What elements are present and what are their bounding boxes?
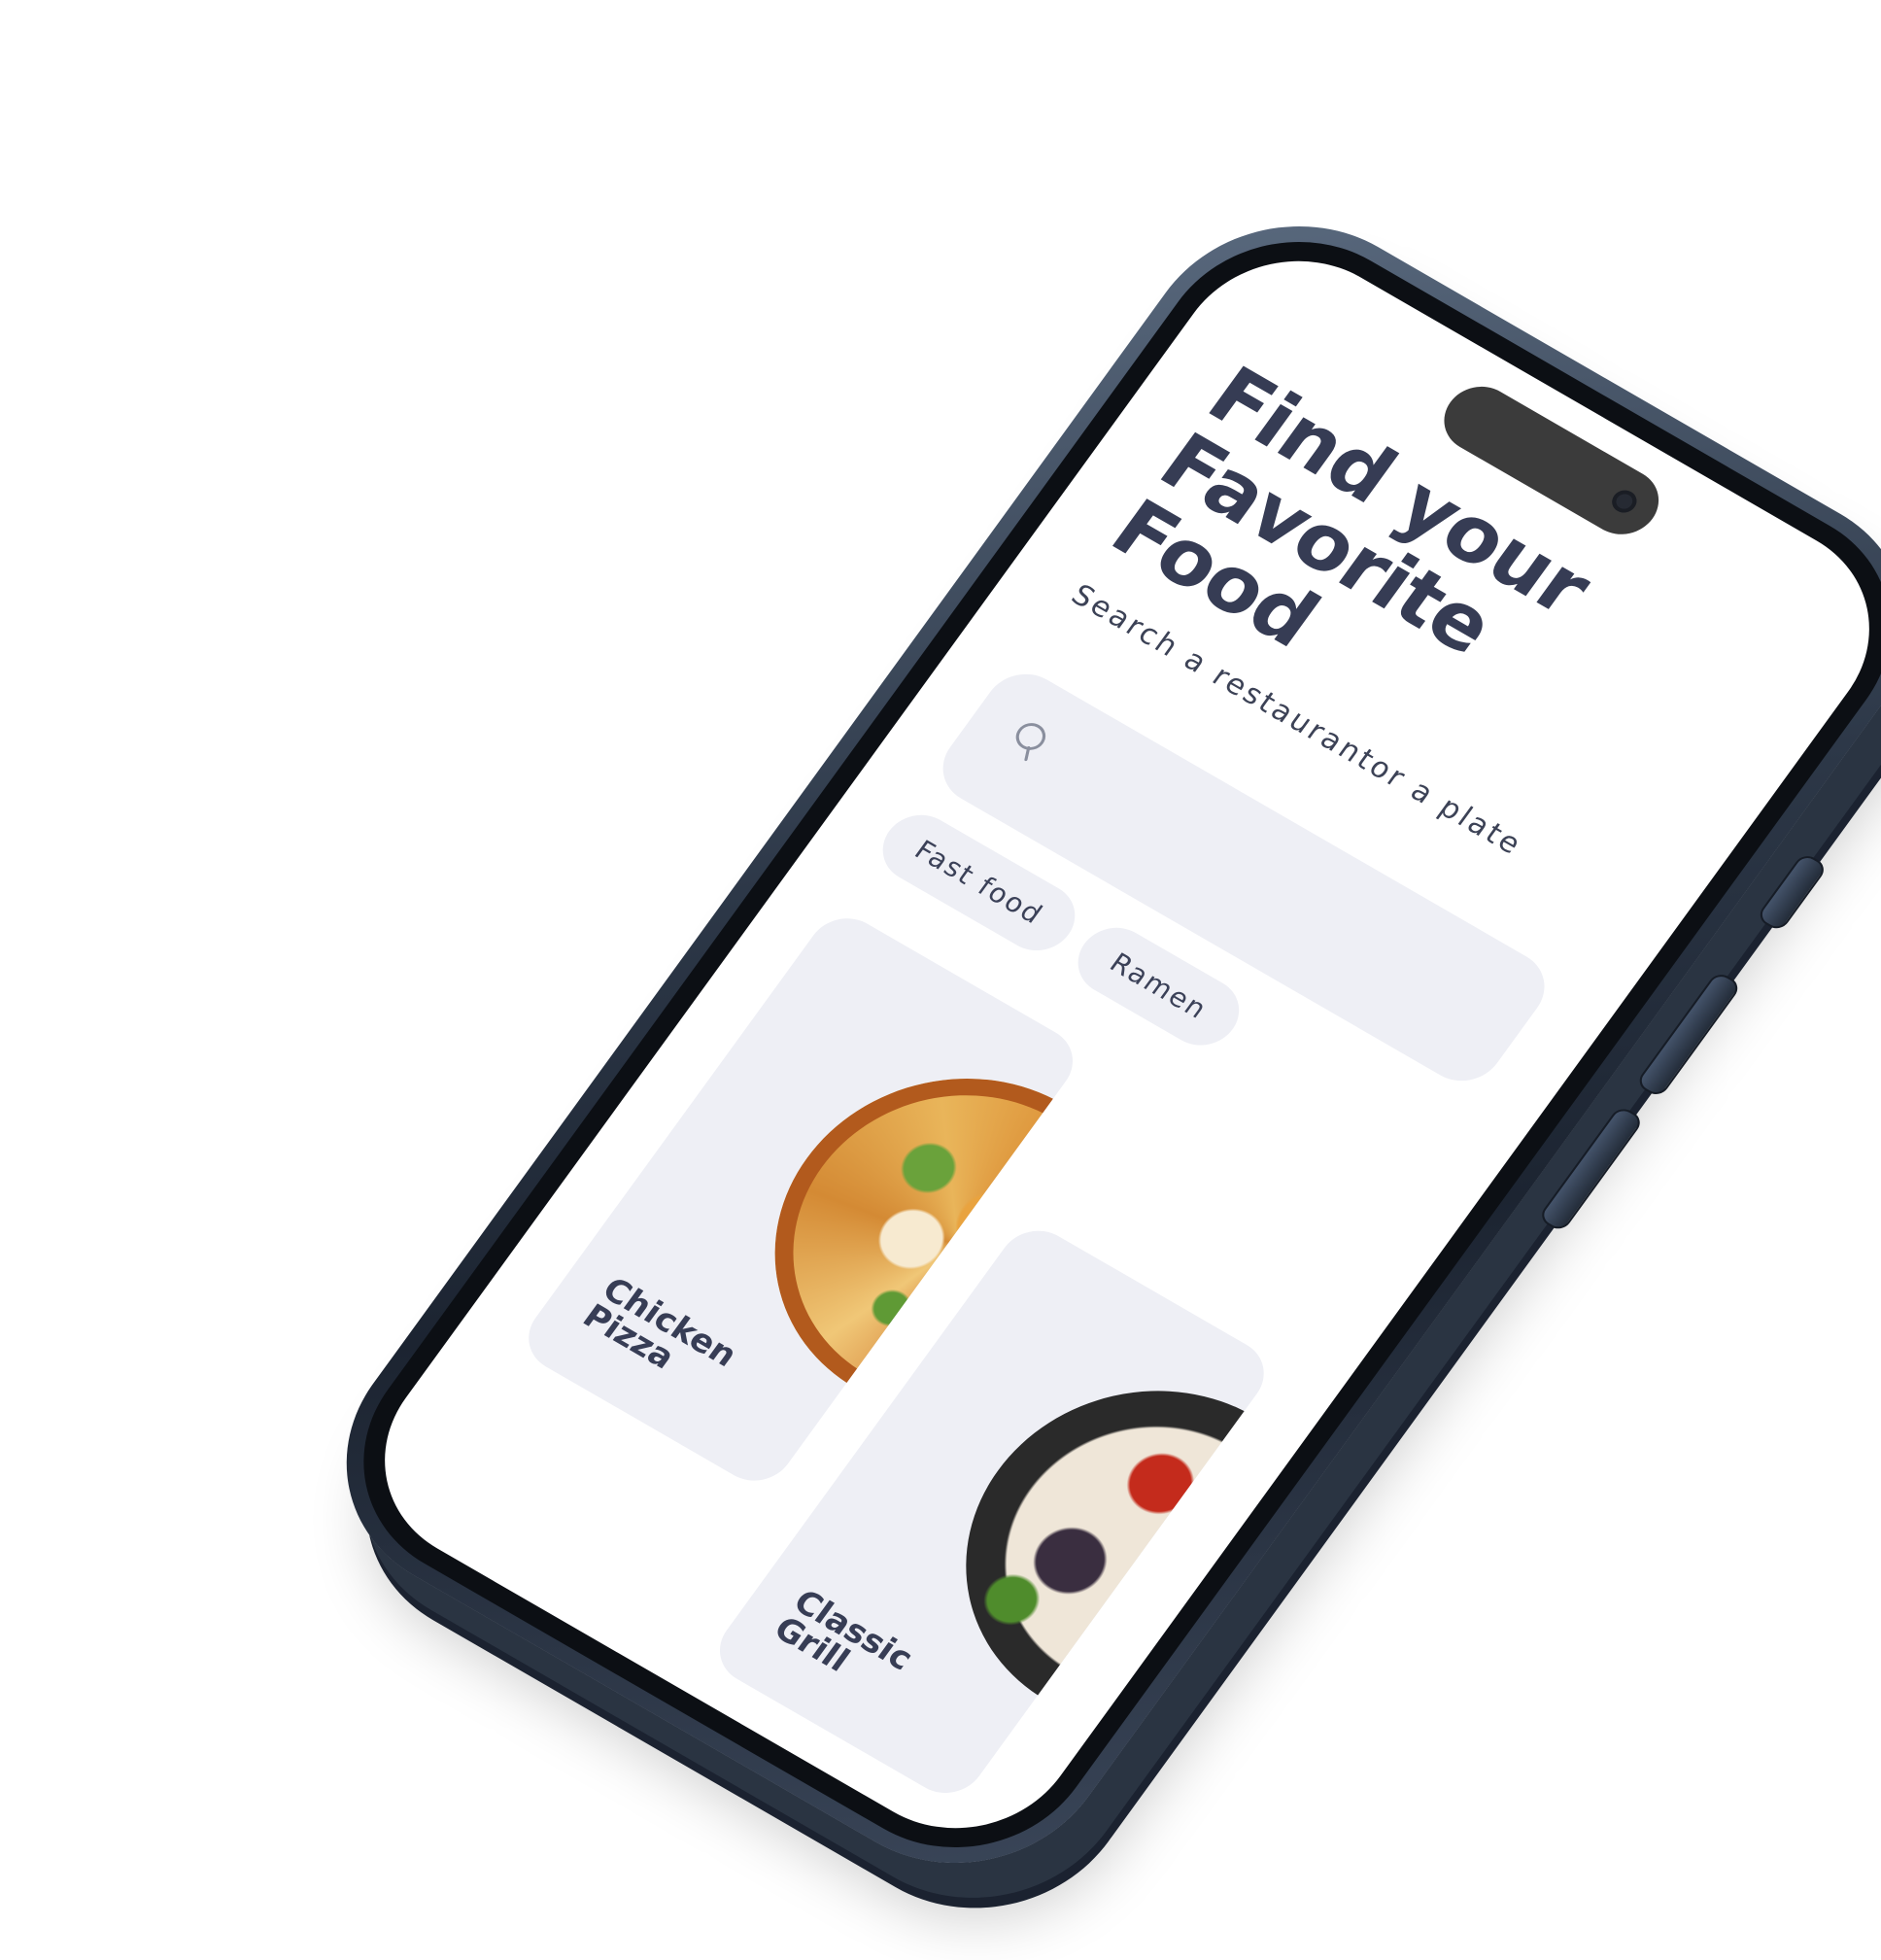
front-camera — [1607, 486, 1642, 517]
food-card-title: Classic Grill — [767, 1583, 993, 1745]
app-screen: Find your Favorite Food Search a restaur… — [337, 220, 1881, 1870]
phone-action-button — [1755, 851, 1830, 933]
device-mockup-stage: Find your Favorite Food Search a restaur… — [0, 0, 1881, 1960]
phone-mockup: Find your Favorite Food Search a restaur… — [287, 174, 1881, 1915]
search-icon — [1015, 723, 1046, 762]
food-card-title: Chicken Pizza — [575, 1270, 802, 1433]
